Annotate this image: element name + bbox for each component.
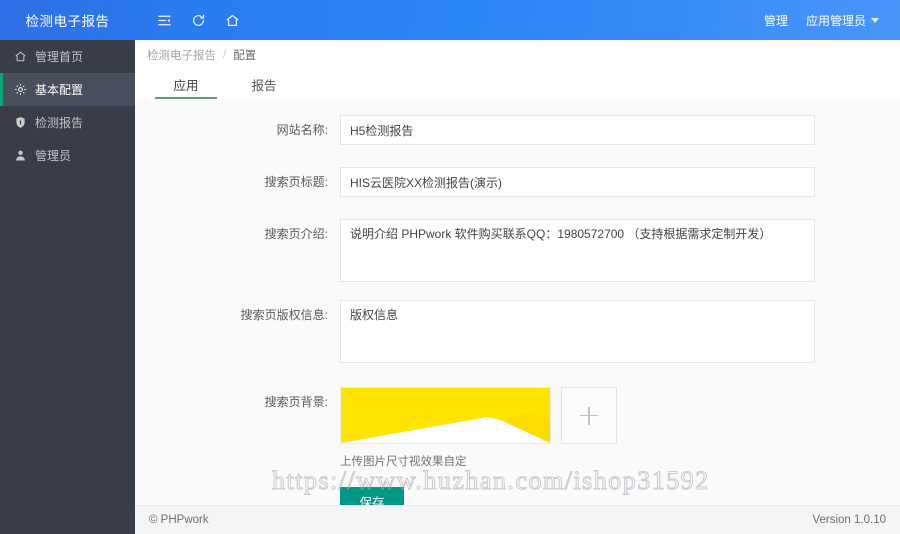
form-row-site-name: 网站名称:	[135, 115, 900, 145]
search-intro-textarea[interactable]	[340, 219, 815, 282]
config-form-panel: 网站名称: 搜索页标题: 搜索页介绍:	[135, 99, 900, 534]
sidebar: 管理首页 基本配置 检测报告 管理员	[0, 40, 135, 534]
search-copyright-textarea[interactable]	[340, 300, 815, 363]
sidebar-item-label: 管理首页	[35, 50, 84, 64]
tab-label: 应用	[173, 79, 199, 93]
search-intro-label: 搜索页介绍:	[264, 227, 328, 241]
search-title-label: 搜索页标题:	[264, 175, 328, 189]
header-user-menu[interactable]: 应用管理员	[797, 0, 888, 40]
form-row-search-intro: 搜索页介绍:	[135, 219, 900, 282]
chevron-down-icon	[871, 17, 879, 23]
gear-icon	[14, 83, 31, 96]
top-header: 检测电子报告 管理 应用管理员	[0, 0, 900, 40]
form-row-search-background: 搜索页背景: 上传图片尺寸视效果自定	[135, 387, 900, 469]
user-icon	[14, 149, 31, 162]
main-content: 检测电子报告 / 配置 应用 报告 网站名称: 搜索页标题:	[135, 40, 900, 534]
header-manage-label: 管理	[763, 13, 788, 28]
sidebar-item-label: 检测报告	[35, 116, 84, 130]
app-root: 检测电子报告 管理 应用管理员 管理首页 基本配置 检测报告 管理员 检测电子报…	[0, 0, 900, 534]
tab-label: 报告	[251, 79, 277, 93]
sidebar-item-label: 基本配置	[35, 83, 84, 97]
background-image-preview	[341, 388, 550, 443]
search-copyright-label: 搜索页版权信息:	[240, 308, 328, 322]
plus-icon	[580, 406, 598, 425]
breadcrumb: 检测电子报告 / 配置	[135, 40, 900, 69]
add-image-button[interactable]	[561, 387, 617, 444]
sidebar-item-reports[interactable]: 检测报告	[0, 106, 135, 139]
form-row-search-copyright: 搜索页版权信息:	[135, 300, 900, 363]
header-tool-icons	[147, 0, 249, 40]
search-title-input[interactable]	[340, 167, 815, 197]
tab-application[interactable]: 应用	[147, 70, 225, 99]
breadcrumb-separator: /	[223, 48, 227, 61]
upload-hint-text: 上传图片尺寸视效果自定	[340, 456, 467, 468]
footer-copyright: © PHPwork	[149, 514, 209, 526]
sidebar-item-admins[interactable]: 管理员	[0, 139, 135, 172]
sidebar-item-basic-config[interactable]: 基本配置	[0, 73, 135, 106]
refresh-icon[interactable]	[181, 0, 215, 40]
home-icon	[14, 50, 31, 63]
breadcrumb-root[interactable]: 检测电子报告	[147, 47, 216, 63]
header-right-menu: 管理 应用管理员	[755, 0, 900, 40]
header-user-label: 应用管理员	[805, 13, 866, 28]
sidebar-collapse-icon[interactable]	[147, 0, 181, 40]
tab-bar: 应用 报告	[135, 69, 900, 99]
site-name-label: 网站名称:	[276, 123, 328, 137]
upload-area	[340, 387, 815, 444]
search-background-label: 搜索页背景:	[264, 395, 328, 409]
sidebar-item-home[interactable]: 管理首页	[0, 40, 135, 73]
sidebar-item-label: 管理员	[35, 149, 72, 163]
header-manage-link[interactable]: 管理	[755, 0, 797, 40]
app-brand-title: 检测电子报告	[25, 14, 110, 29]
footer-version: Version 1.0.10	[812, 514, 886, 526]
site-name-input[interactable]	[340, 115, 815, 145]
tab-report[interactable]: 报告	[225, 70, 303, 99]
footer: © PHPwork Version 1.0.10	[135, 505, 900, 534]
background-image-thumbnail[interactable]	[340, 387, 551, 444]
breadcrumb-current: 配置	[233, 49, 257, 62]
shield-icon	[14, 116, 31, 129]
home-icon[interactable]	[215, 0, 249, 40]
form-row-search-title: 搜索页标题:	[135, 167, 900, 197]
